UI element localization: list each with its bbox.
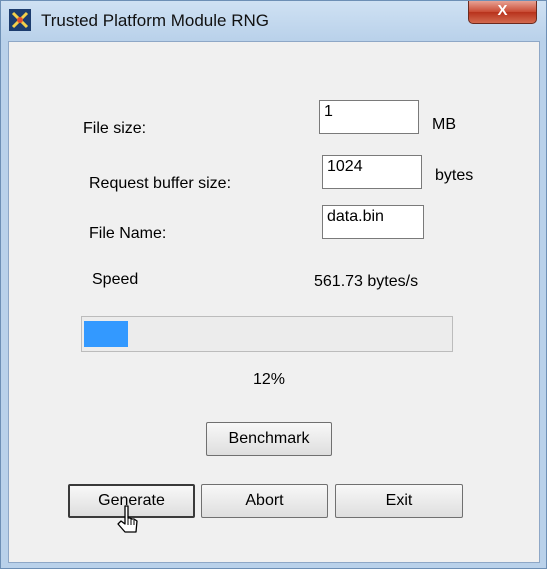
dialog-client-area: File size: 1 MB Request buffer size: 102… bbox=[8, 41, 540, 563]
file-name-input[interactable]: data.bin bbox=[322, 205, 424, 239]
speed-label: Speed bbox=[92, 271, 139, 288]
close-button[interactable]: X bbox=[468, 1, 537, 24]
mouse-pointer-icon bbox=[117, 505, 138, 533]
app-window: Trusted Platform Module RNG X File size:… bbox=[0, 0, 547, 569]
file-size-label: File size: bbox=[83, 120, 147, 137]
progress-fill bbox=[84, 321, 128, 347]
file-size-input[interactable]: 1 bbox=[319, 100, 419, 134]
file-name-label: File Name: bbox=[89, 225, 167, 242]
buffer-size-label: Request buffer size: bbox=[89, 175, 232, 192]
abort-button[interactable]: Abort bbox=[201, 484, 328, 518]
exit-button[interactable]: Exit bbox=[335, 484, 463, 518]
progress-bar bbox=[81, 316, 453, 352]
title-bar[interactable]: Trusted Platform Module RNG X bbox=[1, 1, 546, 41]
tpm-app-icon bbox=[9, 9, 31, 31]
speed-value: 561.73 bytes/s bbox=[314, 273, 419, 290]
benchmark-button[interactable]: Benchmark bbox=[206, 422, 332, 456]
progress-percent: 12% bbox=[253, 371, 286, 388]
buffer-size-unit: bytes bbox=[435, 167, 474, 184]
close-icon: X bbox=[497, 2, 508, 19]
buffer-size-input[interactable]: 1024 bbox=[322, 155, 422, 189]
window-title: Trusted Platform Module RNG bbox=[41, 11, 269, 30]
file-size-unit: MB bbox=[432, 116, 456, 133]
